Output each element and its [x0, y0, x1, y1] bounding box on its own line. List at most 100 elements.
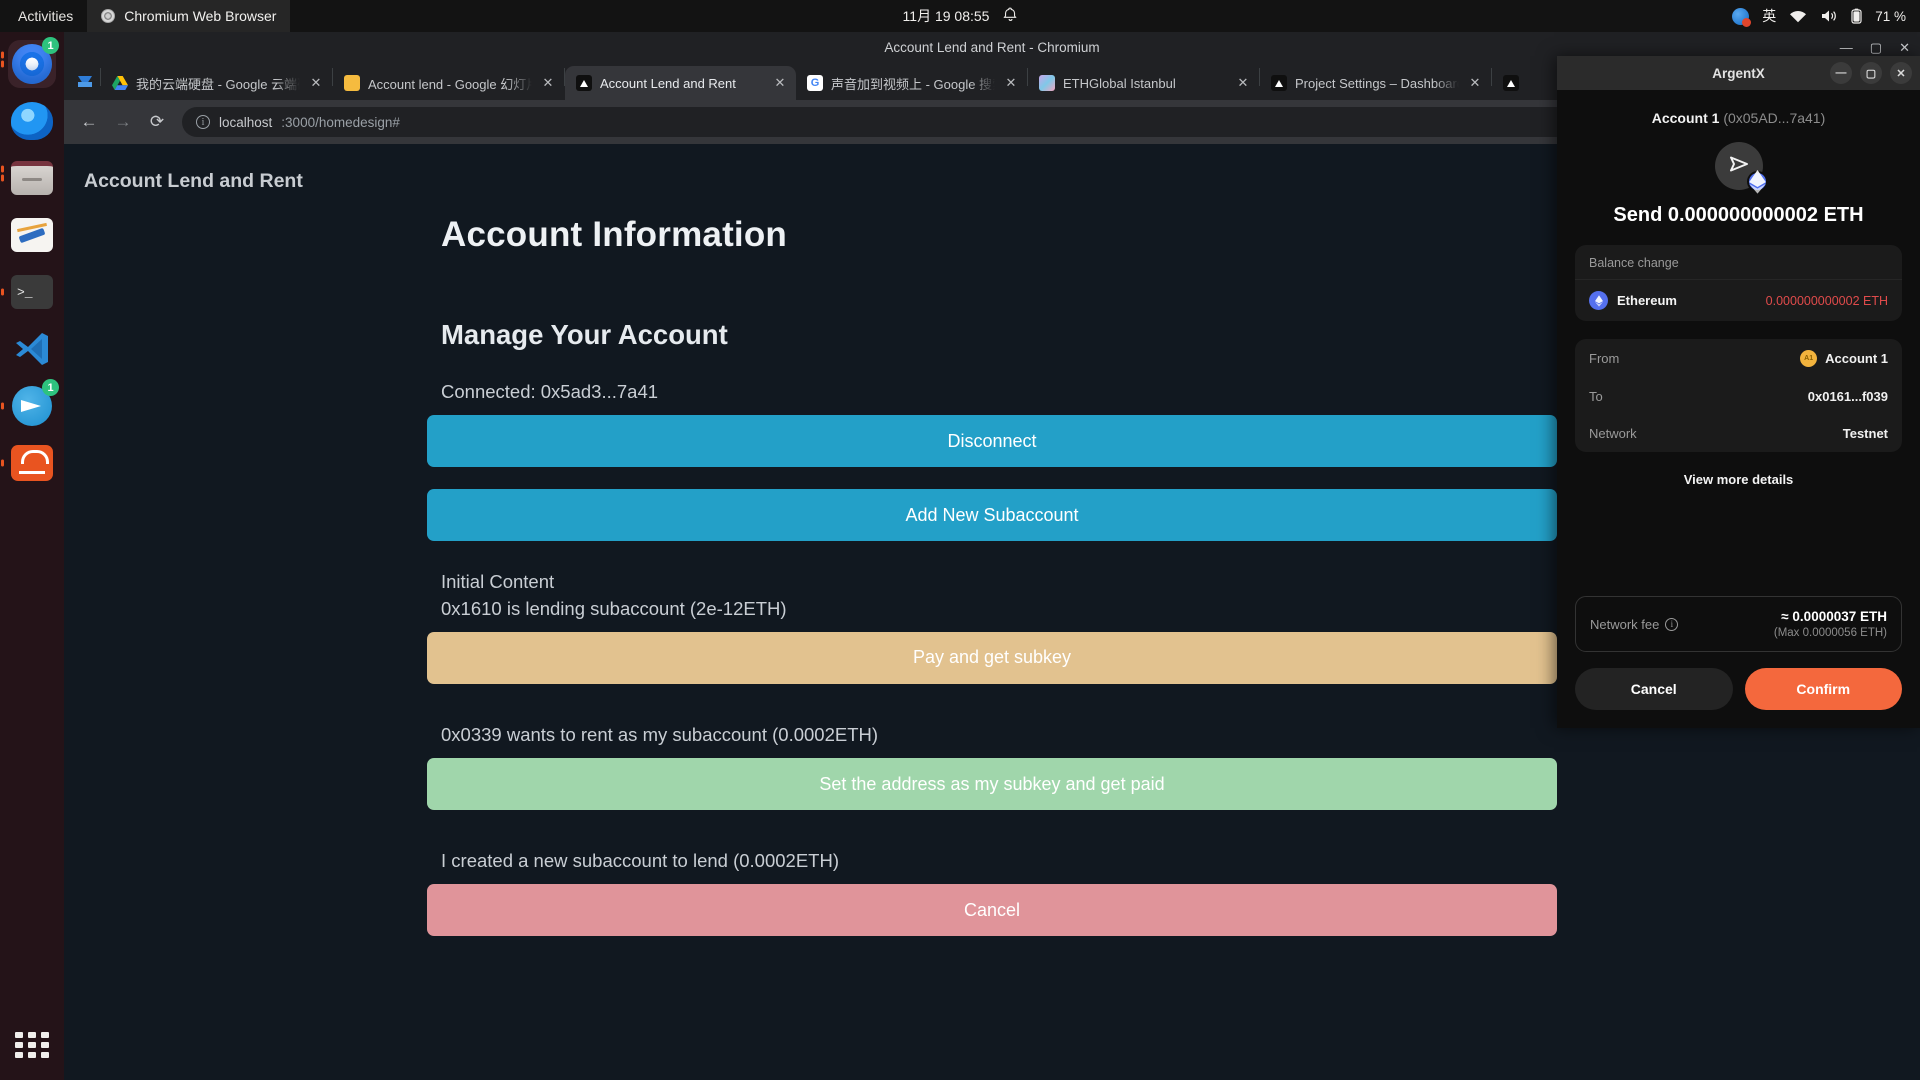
avatar: A1: [1800, 350, 1818, 367]
google-icon: G: [807, 75, 823, 91]
running-indicator: [1, 459, 4, 467]
pinned-extension-icon[interactable]: [70, 62, 100, 100]
drive-icon: [112, 75, 128, 91]
minimize-button[interactable]: —: [1840, 41, 1853, 54]
bell-icon: [1003, 7, 1017, 25]
active-app-menu[interactable]: Chromium Web Browser: [87, 0, 291, 32]
detail-key: From: [1589, 351, 1620, 366]
show-applications-button[interactable]: [15, 1032, 49, 1058]
tab-google-search[interactable]: G 声音加到视频上 - Google 搜索 ✕: [796, 66, 1027, 100]
gnome-top-bar: Activities Chromium Web Browser 11月 19 0…: [0, 0, 1920, 32]
tab-project-settings[interactable]: Project Settings – Dashboard ✕: [1260, 66, 1491, 100]
tab-drive[interactable]: 我的云端硬盘 - Google 云端硬盘 ✕: [101, 66, 332, 100]
tab-close-icon[interactable]: ✕: [1003, 75, 1019, 91]
dock-item-files[interactable]: [1, 154, 56, 202]
network-fee-box: Network fee i ≈ 0.0000037 ETH (Max 0.000…: [1575, 596, 1902, 652]
dock-item-ubuntu-software[interactable]: [1, 439, 56, 487]
running-indicator: [1, 402, 4, 410]
wifi-icon: [1789, 9, 1807, 23]
dock-item-telegram[interactable]: 1: [1, 379, 59, 430]
token-name: Ethereum: [1617, 293, 1677, 308]
argentx-titlebar: ArgentX — ▢ ✕: [1557, 56, 1920, 90]
lending-subaccount-label: 0x1610 is lending subaccount (2e-12ETH): [441, 597, 787, 619]
network-fee-max: (Max 0.0000056 ETH): [1773, 627, 1887, 639]
tab-slides[interactable]: Account lend - Google 幻灯片 ✕: [333, 66, 564, 100]
tab-label: ETHGlobal Istanbul: [1063, 75, 1176, 91]
battery-icon: [1851, 8, 1862, 24]
detail-value-text: 0x0161...f039: [1807, 389, 1888, 404]
telegram-tray-icon[interactable]: [1732, 7, 1752, 27]
tab-close-icon[interactable]: ✕: [1467, 75, 1483, 91]
tab-label: Account lend - Google 幻灯片: [368, 76, 532, 92]
tab-account-lend-and-rent[interactable]: Account Lend and Rent ✕: [565, 66, 796, 100]
vscode-icon: [12, 330, 52, 368]
tab-ethglobal-istanbul[interactable]: ETHGlobal Istanbul ✕: [1028, 66, 1259, 100]
telegram-badge: 1: [42, 379, 59, 396]
ethglobal-icon: [1039, 75, 1055, 91]
maximize-button[interactable]: ▢: [1860, 62, 1882, 84]
slides-icon: [344, 75, 360, 91]
send-title: Send 0.000000000002 ETH: [1613, 204, 1864, 226]
argentx-window-title: ArgentX: [1712, 65, 1765, 81]
close-button[interactable]: ✕: [1899, 41, 1910, 54]
argentx-account-header: Account 1 (0x05AD...7a41): [1575, 110, 1902, 126]
ubuntu-software-icon: [11, 445, 53, 481]
tab-partial[interactable]: [1492, 66, 1532, 100]
transaction-details-card: From A1 Account 1 To 0x0161...f039 Netwo…: [1575, 339, 1902, 452]
account-address: (0x05AD...7a41): [1723, 110, 1826, 126]
token-amount: 0.000000000002 ETH: [1765, 293, 1888, 308]
view-more-details-link[interactable]: View more details: [1575, 472, 1902, 487]
ubuntu-dock: 1 >_ 1: [0, 32, 64, 1080]
detail-value-text: Account 1: [1825, 351, 1888, 366]
system-tray[interactable]: 英 71 %: [1732, 0, 1906, 32]
section-title: Manage Your Account: [441, 319, 728, 350]
dock-item-terminal[interactable]: >_: [1, 268, 56, 316]
thunderbird-icon: [11, 102, 53, 140]
dock-item-text-editor[interactable]: [8, 211, 56, 259]
tab-label: Project Settings – Dashboard: [1295, 75, 1459, 91]
clock-menu[interactable]: 11月 19 08:55: [903, 6, 1018, 26]
url-path: :3000/homedesign#: [281, 114, 400, 130]
argentx-body: Account 1 (0x05AD...7a41) Send 0.0000000…: [1557, 90, 1920, 728]
page-content: Account Information Manage Your Account …: [427, 193, 1557, 937]
close-button[interactable]: ✕: [1890, 62, 1912, 84]
chromium-icon: [101, 9, 116, 23]
info-icon[interactable]: i: [1665, 617, 1679, 631]
input-source-label[interactable]: 英: [1762, 6, 1776, 26]
forward-button[interactable]: →: [108, 107, 138, 137]
rent-request-label: 0x0339 wants to rent as my subaccount (0…: [441, 723, 879, 745]
back-button[interactable]: ←: [74, 107, 104, 137]
tab-close-icon[interactable]: ✕: [308, 75, 324, 91]
set-address-subkey-button[interactable]: Set the address as my subkey and get pai…: [427, 758, 1557, 811]
argentx-cancel-button[interactable]: Cancel: [1575, 668, 1733, 710]
maximize-button[interactable]: ▢: [1870, 41, 1882, 54]
detail-key: To: [1589, 389, 1603, 404]
tab-close-icon[interactable]: ✕: [772, 75, 788, 91]
triangle-icon: [576, 75, 592, 91]
activities-button[interactable]: Activities: [0, 8, 87, 24]
cancel-button[interactable]: Cancel: [427, 884, 1557, 937]
dock-item-chromium[interactable]: 1: [1, 37, 59, 88]
dock-item-vscode[interactable]: [8, 325, 56, 373]
argentx-window: ArgentX — ▢ ✕ Account 1 (0x05AD...7a41) …: [1557, 56, 1920, 728]
files-icon: [11, 161, 53, 195]
tab-label: 声音加到视频上 - Google 搜索: [831, 76, 995, 92]
reload-button[interactable]: ⟳: [142, 107, 172, 137]
pay-and-get-subkey-button[interactable]: Pay and get subkey: [427, 631, 1557, 684]
minimize-button[interactable]: —: [1830, 62, 1852, 84]
site-info-icon[interactable]: i: [196, 115, 210, 129]
send-avatar: [1714, 142, 1768, 194]
disconnect-button[interactable]: Disconnect: [427, 415, 1557, 468]
triangle-icon: [1271, 75, 1287, 91]
running-indicator: [1, 288, 4, 296]
browser-window-title: Account Lend and Rent - Chromium: [884, 39, 1100, 55]
balance-change-label: Balance change: [1575, 245, 1902, 280]
dock-item-thunderbird[interactable]: [8, 97, 56, 145]
add-new-subaccount-button[interactable]: Add New Subaccount: [427, 489, 1557, 542]
tab-close-icon[interactable]: ✕: [1235, 75, 1251, 91]
connected-address-label: Connected: 0x5ad3...7a41: [441, 381, 659, 402]
argentx-actions: Cancel Confirm: [1575, 652, 1902, 728]
argentx-confirm-button[interactable]: Confirm: [1744, 668, 1902, 710]
ethereum-icon: [1589, 291, 1608, 310]
tab-close-icon[interactable]: ✕: [540, 75, 556, 91]
